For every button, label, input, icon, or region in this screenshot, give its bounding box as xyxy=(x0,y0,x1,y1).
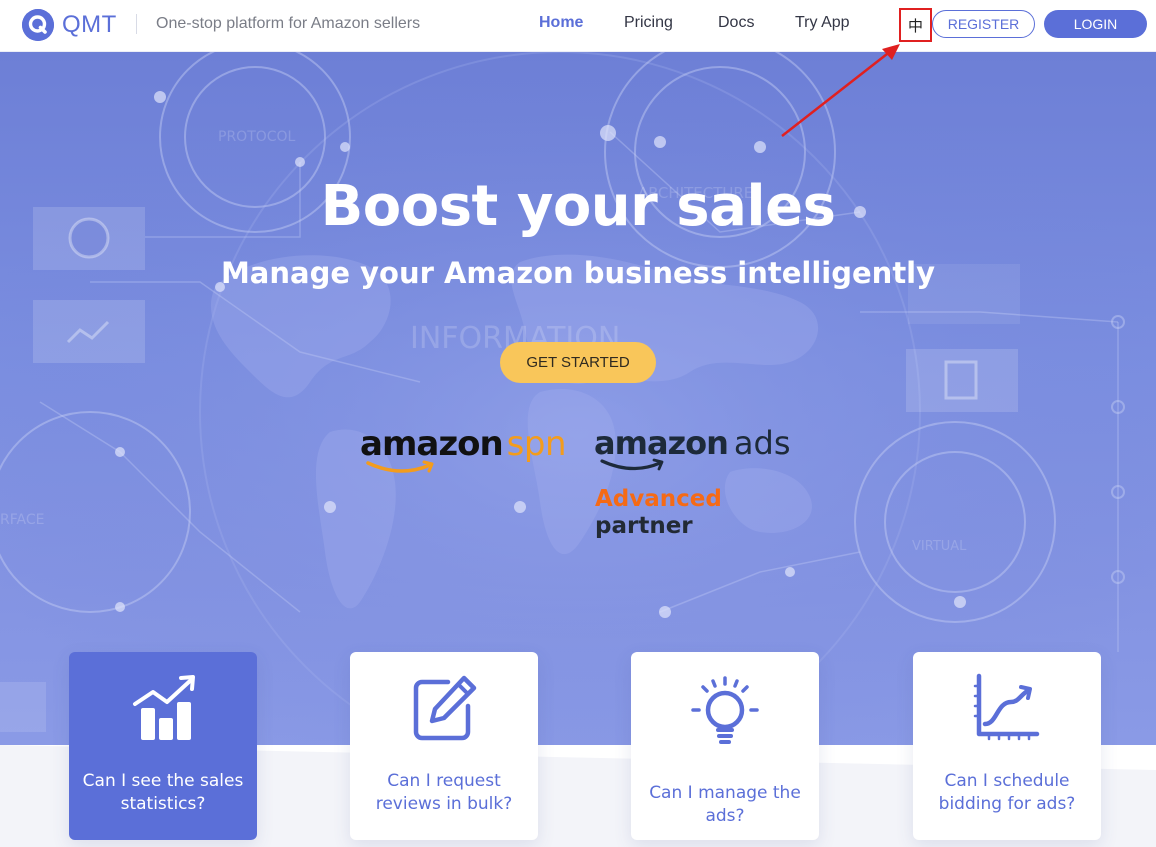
ads-brand-text: amazon xyxy=(594,424,729,462)
advanced-badge-text: Advanced xyxy=(595,486,722,512)
amazon-spn-logo: amazon spn xyxy=(360,424,567,473)
amazon-smile-icon xyxy=(366,460,434,473)
amazon-ads-logo: amazon ads Advanced partner xyxy=(594,424,791,539)
card-label-manage-ads: Can I manage the ads? xyxy=(649,783,801,826)
get-started-button[interactable]: GET STARTED xyxy=(500,342,656,383)
language-toggle-button[interactable]: 中 xyxy=(899,8,932,42)
amazon-ads-smile-icon xyxy=(600,458,664,471)
logo-text: QMT xyxy=(62,11,117,38)
hero-title: Boost your sales xyxy=(320,174,836,239)
logo[interactable]: QMT xyxy=(22,9,117,41)
hero-section: PROTOCOL ARCHITECTURE INFORMATION RFACE … xyxy=(0,52,1156,745)
growth-chart-icon xyxy=(913,672,1101,752)
feature-card-sales-statistics[interactable]: Can I see the sales statistics? xyxy=(69,652,257,840)
nav-try-app[interactable]: Try App xyxy=(795,14,850,32)
spn-brand-text: amazon xyxy=(360,424,504,464)
hero-subtitle: Manage your Amazon business intelligentl… xyxy=(220,256,936,290)
card-label-sales-statistics: Can I see the sales statistics? xyxy=(82,771,244,814)
bg-word-virtual: VIRTUAL xyxy=(912,539,967,554)
ads-suffix-text: ads xyxy=(733,424,791,462)
feature-card-manage-ads[interactable]: Can I manage the ads? xyxy=(631,652,819,840)
bg-word-protocol: PROTOCOL xyxy=(218,129,296,145)
card-label-request-reviews: Can I request reviews in bulk? xyxy=(375,771,513,814)
login-button[interactable]: LOGIN xyxy=(1044,10,1147,38)
edit-icon xyxy=(350,672,538,752)
spn-suffix-text: spn xyxy=(506,424,567,464)
tagline: One-stop platform for Amazon sellers xyxy=(156,15,421,32)
feature-card-request-reviews[interactable]: Can I request reviews in bulk? xyxy=(350,652,538,840)
world-map-background: PROTOCOL ARCHITECTURE INFORMATION RFACE … xyxy=(0,52,1156,745)
lightbulb-icon xyxy=(631,672,819,752)
nav-home[interactable]: Home xyxy=(539,14,583,32)
nav-docs[interactable]: Docs xyxy=(718,14,754,32)
partner-badge-text: partner xyxy=(595,513,693,539)
register-button[interactable]: REGISTER xyxy=(932,10,1035,38)
qmt-logo-icon xyxy=(22,9,54,41)
logo-divider xyxy=(136,14,137,34)
nav-pricing[interactable]: Pricing xyxy=(624,14,673,32)
bg-word-rface: RFACE xyxy=(0,512,44,528)
top-navbar: QMT One-stop platform for Amazon sellers… xyxy=(0,0,1156,52)
sales-chart-icon xyxy=(69,672,257,752)
feature-card-schedule-bidding[interactable]: Can I schedule bidding for ads? xyxy=(913,652,1101,840)
card-label-schedule-bidding: Can I schedule bidding for ads? xyxy=(938,771,1076,814)
